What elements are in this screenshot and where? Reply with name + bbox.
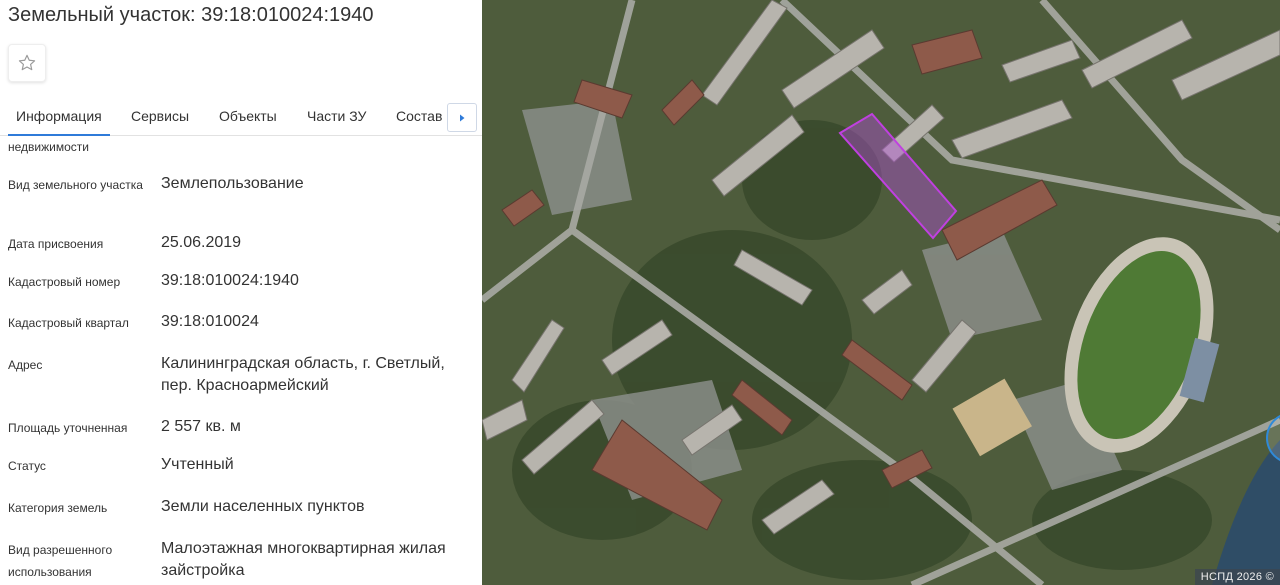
row-value: Учтенный [161,456,234,473]
row-label: Категория земель [8,501,108,515]
row-value: 25.06.2019 [161,234,242,251]
tab-objects[interactable]: Объекты [219,98,277,136]
row-value: Малоэтажная многоквартирная жилая зайстр… [161,540,446,579]
row-label: Дата присвоения [8,237,104,251]
row-label: недвижимости [8,140,89,154]
tab-information[interactable]: Информация [8,98,110,136]
favorite-button[interactable] [8,44,46,82]
tab-services[interactable]: Сервисы [131,98,189,136]
map-imagery [482,0,1280,585]
row-label: Кадастровый квартал [8,316,129,330]
row-value: Калининградская область, г. Светлый, пер… [161,355,445,394]
chevron-right-icon [460,114,465,121]
row-value: 39:18:010024 [161,313,259,330]
tabs-scroll-button[interactable] [447,103,477,132]
row-value: Землепользование [161,175,304,192]
row-label: Адрес [8,358,43,372]
tab-composition[interactable]: Состав [396,98,442,136]
tab-bar: Информация Сервисы Объекты Части ЗУ Сост… [0,98,482,136]
row-label: Статус [8,459,46,473]
star-icon [18,54,36,71]
row-label: Вид земельного участка [8,178,143,192]
page-title: Земельный участок: 39:18:010024:1940 [8,4,374,26]
row-label: Вид разрешенного использования [8,543,113,579]
row-value: 39:18:010024:1940 [161,272,299,289]
row-value: Земли населенных пунктов [161,498,365,515]
info-panel: Земельный участок: 39:18:010024:1940 Инф… [0,0,482,585]
row-label: Площадь уточненная [8,421,128,435]
row-value: 2 557 кв. м [161,418,241,435]
map-attribution: НСПД 2026 © [1194,569,1280,585]
tab-parts[interactable]: Части ЗУ [307,98,366,136]
satellite-map[interactable]: НСПД 2026 © [482,0,1280,585]
row-label: Кадастровый номер [8,275,121,289]
